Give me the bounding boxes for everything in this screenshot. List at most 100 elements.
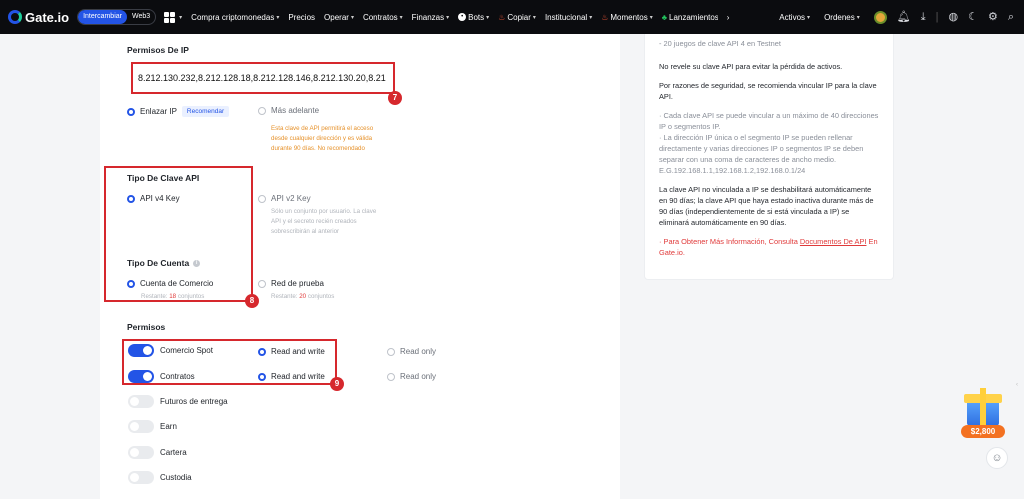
- permissions-title: Permisos: [127, 322, 166, 332]
- nav-moments[interactable]: ♨ Momentos ▾: [601, 13, 653, 22]
- radio-later[interactable]: Más adelante: [258, 106, 319, 115]
- contracts-read-only[interactable]: Read only: [387, 372, 436, 381]
- nav-buy-crypto[interactable]: Compra criptomonedas ▾: [191, 13, 279, 22]
- trading-remaining: Restante: 18 conjuntos: [141, 293, 205, 300]
- gate-logo[interactable]: Gate.io: [8, 10, 69, 25]
- aside-recommend: Por razones de seguridad, se recomienda …: [659, 81, 877, 101]
- perm-row-earn: Earn: [128, 420, 177, 433]
- radio-unselected-icon: [387, 372, 395, 381]
- nav-institutional[interactable]: Institucional ▾: [545, 13, 592, 22]
- nav-prices[interactable]: Precios: [288, 13, 315, 22]
- spot-read-only[interactable]: Read only: [387, 347, 436, 356]
- gate-logo-icon: [8, 10, 22, 24]
- perm-row-custody: Custodia: [128, 471, 192, 484]
- scroll-arrow-icon[interactable]: ‹: [1016, 382, 1020, 388]
- download-icon[interactable]: ⤓: [921, 11, 926, 23]
- perm-row-delivery: Futuros de entrega: [128, 395, 228, 408]
- toggle-earn[interactable]: [128, 420, 154, 433]
- testnet-remaining: Restante: 20 conjuntos: [271, 293, 335, 300]
- info-icon[interactable]: i: [193, 260, 201, 268]
- bell-icon[interactable]: 🔔︎: [897, 11, 911, 23]
- radio-unselected-icon: [258, 279, 266, 288]
- radio-bind-ip[interactable]: Enlazar IP Recomendar: [127, 106, 230, 117]
- apps-grid-icon: [164, 11, 176, 23]
- perm-row-spot: Comercio Spot: [128, 344, 213, 357]
- ip-input-field[interactable]: 8.212.130.232,8.212.128.18,8.212.128.146…: [131, 62, 395, 94]
- aside-more-info: · Para Obtener Más Información, Consulta…: [659, 237, 878, 257]
- aside-ip-format: · La dirección IP única o el segmento IP…: [659, 133, 864, 175]
- top-nav: Gate.io Intercambiar Web3 ▾ Compra cript…: [0, 0, 1024, 34]
- fire-icon: ♨: [498, 12, 506, 22]
- radio-selected-icon: [258, 372, 266, 381]
- later-warning-note: Esta clave de API permitirá el acceso de…: [271, 125, 374, 152]
- nav-bots[interactable]: • Bots ▾: [458, 13, 489, 22]
- radio-trading-account[interactable]: Cuenta de Comercio: [127, 279, 213, 288]
- radio-selected-icon: [127, 194, 135, 203]
- globe-icon[interactable]: ◍: [948, 11, 958, 23]
- api-docs-link[interactable]: Documentos De API: [800, 237, 867, 246]
- radio-selected-icon: [127, 279, 135, 288]
- toggle-wallet[interactable]: [128, 446, 154, 459]
- chevron-down-icon: ▾: [649, 14, 653, 21]
- moon-icon[interactable]: ☾: [968, 11, 978, 23]
- radio-api-v2[interactable]: API v2 Key: [258, 194, 311, 203]
- api-v2-note: Sólo un conjunto por usuario. La clave A…: [271, 208, 377, 235]
- bot-icon: •: [458, 13, 467, 21]
- nav-copy[interactable]: ♨ Copiar ▾: [498, 13, 536, 22]
- pill-web3[interactable]: Web3: [127, 10, 155, 24]
- gift-amount-badge[interactable]: $2,800: [961, 425, 1005, 438]
- annotation-badge-9: 9: [330, 377, 344, 391]
- aside-ip-limit: · Cada clave API se puede vincular a un …: [659, 111, 879, 131]
- ip-permissions-title: Permisos De IP: [127, 45, 189, 55]
- nav-assets[interactable]: Activos ▾: [779, 13, 810, 22]
- toggle-custody[interactable]: [128, 471, 154, 484]
- chevron-down-icon: ▾: [399, 14, 403, 21]
- chevron-down-icon: ▾: [350, 14, 354, 21]
- chevron-down-icon: ▾: [276, 14, 280, 21]
- recommend-tag: Recomendar: [181, 106, 230, 117]
- settings-icon[interactable]: ⚙: [988, 11, 998, 23]
- divider: |: [935, 10, 939, 23]
- radio-testnet[interactable]: Red de prueba: [258, 279, 324, 288]
- aside-top-line: - 20 juegos de clave API 4 en Testnet: [659, 39, 781, 48]
- perm-row-contracts: Contratos: [128, 370, 195, 383]
- exchange-web3-switch[interactable]: Intercambiar Web3: [77, 9, 157, 25]
- pill-exchange[interactable]: Intercambiar: [78, 10, 127, 24]
- radio-selected-icon: [127, 107, 135, 116]
- radio-api-v4[interactable]: API v4 Key: [127, 194, 180, 203]
- toggle-contracts[interactable]: [128, 370, 154, 383]
- radio-unselected-icon: [258, 194, 266, 203]
- nav-contracts[interactable]: Contratos ▾: [363, 13, 403, 22]
- chevron-down-icon: ▾: [179, 14, 183, 21]
- radio-selected-icon: [258, 347, 266, 356]
- nav-trade[interactable]: Operar ▾: [324, 13, 354, 22]
- chevron-down-icon: ▾: [486, 14, 490, 21]
- toggle-spot[interactable]: [128, 344, 154, 357]
- api-info-sidebar: - 20 juegos de clave API 4 en Testnet No…: [644, 34, 894, 280]
- radio-unselected-icon: [387, 347, 395, 356]
- nav-launches[interactable]: ♣ Lanzamientos: [662, 13, 718, 22]
- aside-expiry: La clave API no vinculada a IP se deshab…: [659, 185, 874, 227]
- leaf-icon: ♣: [661, 12, 667, 22]
- annotation-badge-8: 8: [245, 294, 259, 308]
- perm-row-wallet: Cartera: [128, 446, 187, 459]
- apps-menu[interactable]: ▾: [164, 11, 183, 23]
- nav-orders[interactable]: Ordenes ▾: [824, 13, 860, 22]
- fire-icon: ♨: [601, 12, 609, 22]
- aside-warning: No revele su clave API para evitar la pé…: [659, 62, 843, 71]
- spot-read-write[interactable]: Read and write: [258, 347, 325, 356]
- chevron-down-icon: ▾: [532, 14, 536, 21]
- nav-finance[interactable]: Finanzas ▾: [412, 13, 449, 22]
- support-chat-icon[interactable]: ☺: [986, 447, 1008, 469]
- nav-more-arrow[interactable]: ›: [727, 13, 730, 22]
- annotation-badge-7: 7: [388, 91, 402, 105]
- chevron-down-icon: ▾: [446, 14, 450, 21]
- key-type-title: Tipo De Clave API: [127, 173, 200, 183]
- contracts-read-write[interactable]: Read and write: [258, 372, 325, 381]
- chevron-right-icon: ›: [726, 12, 730, 22]
- search-icon[interactable]: ⌕: [1008, 11, 1014, 23]
- toggle-delivery-futures[interactable]: [128, 395, 154, 408]
- chevron-down-icon: ▾: [856, 14, 860, 21]
- avatar[interactable]: [873, 10, 887, 24]
- chevron-down-icon: ▾: [589, 14, 593, 21]
